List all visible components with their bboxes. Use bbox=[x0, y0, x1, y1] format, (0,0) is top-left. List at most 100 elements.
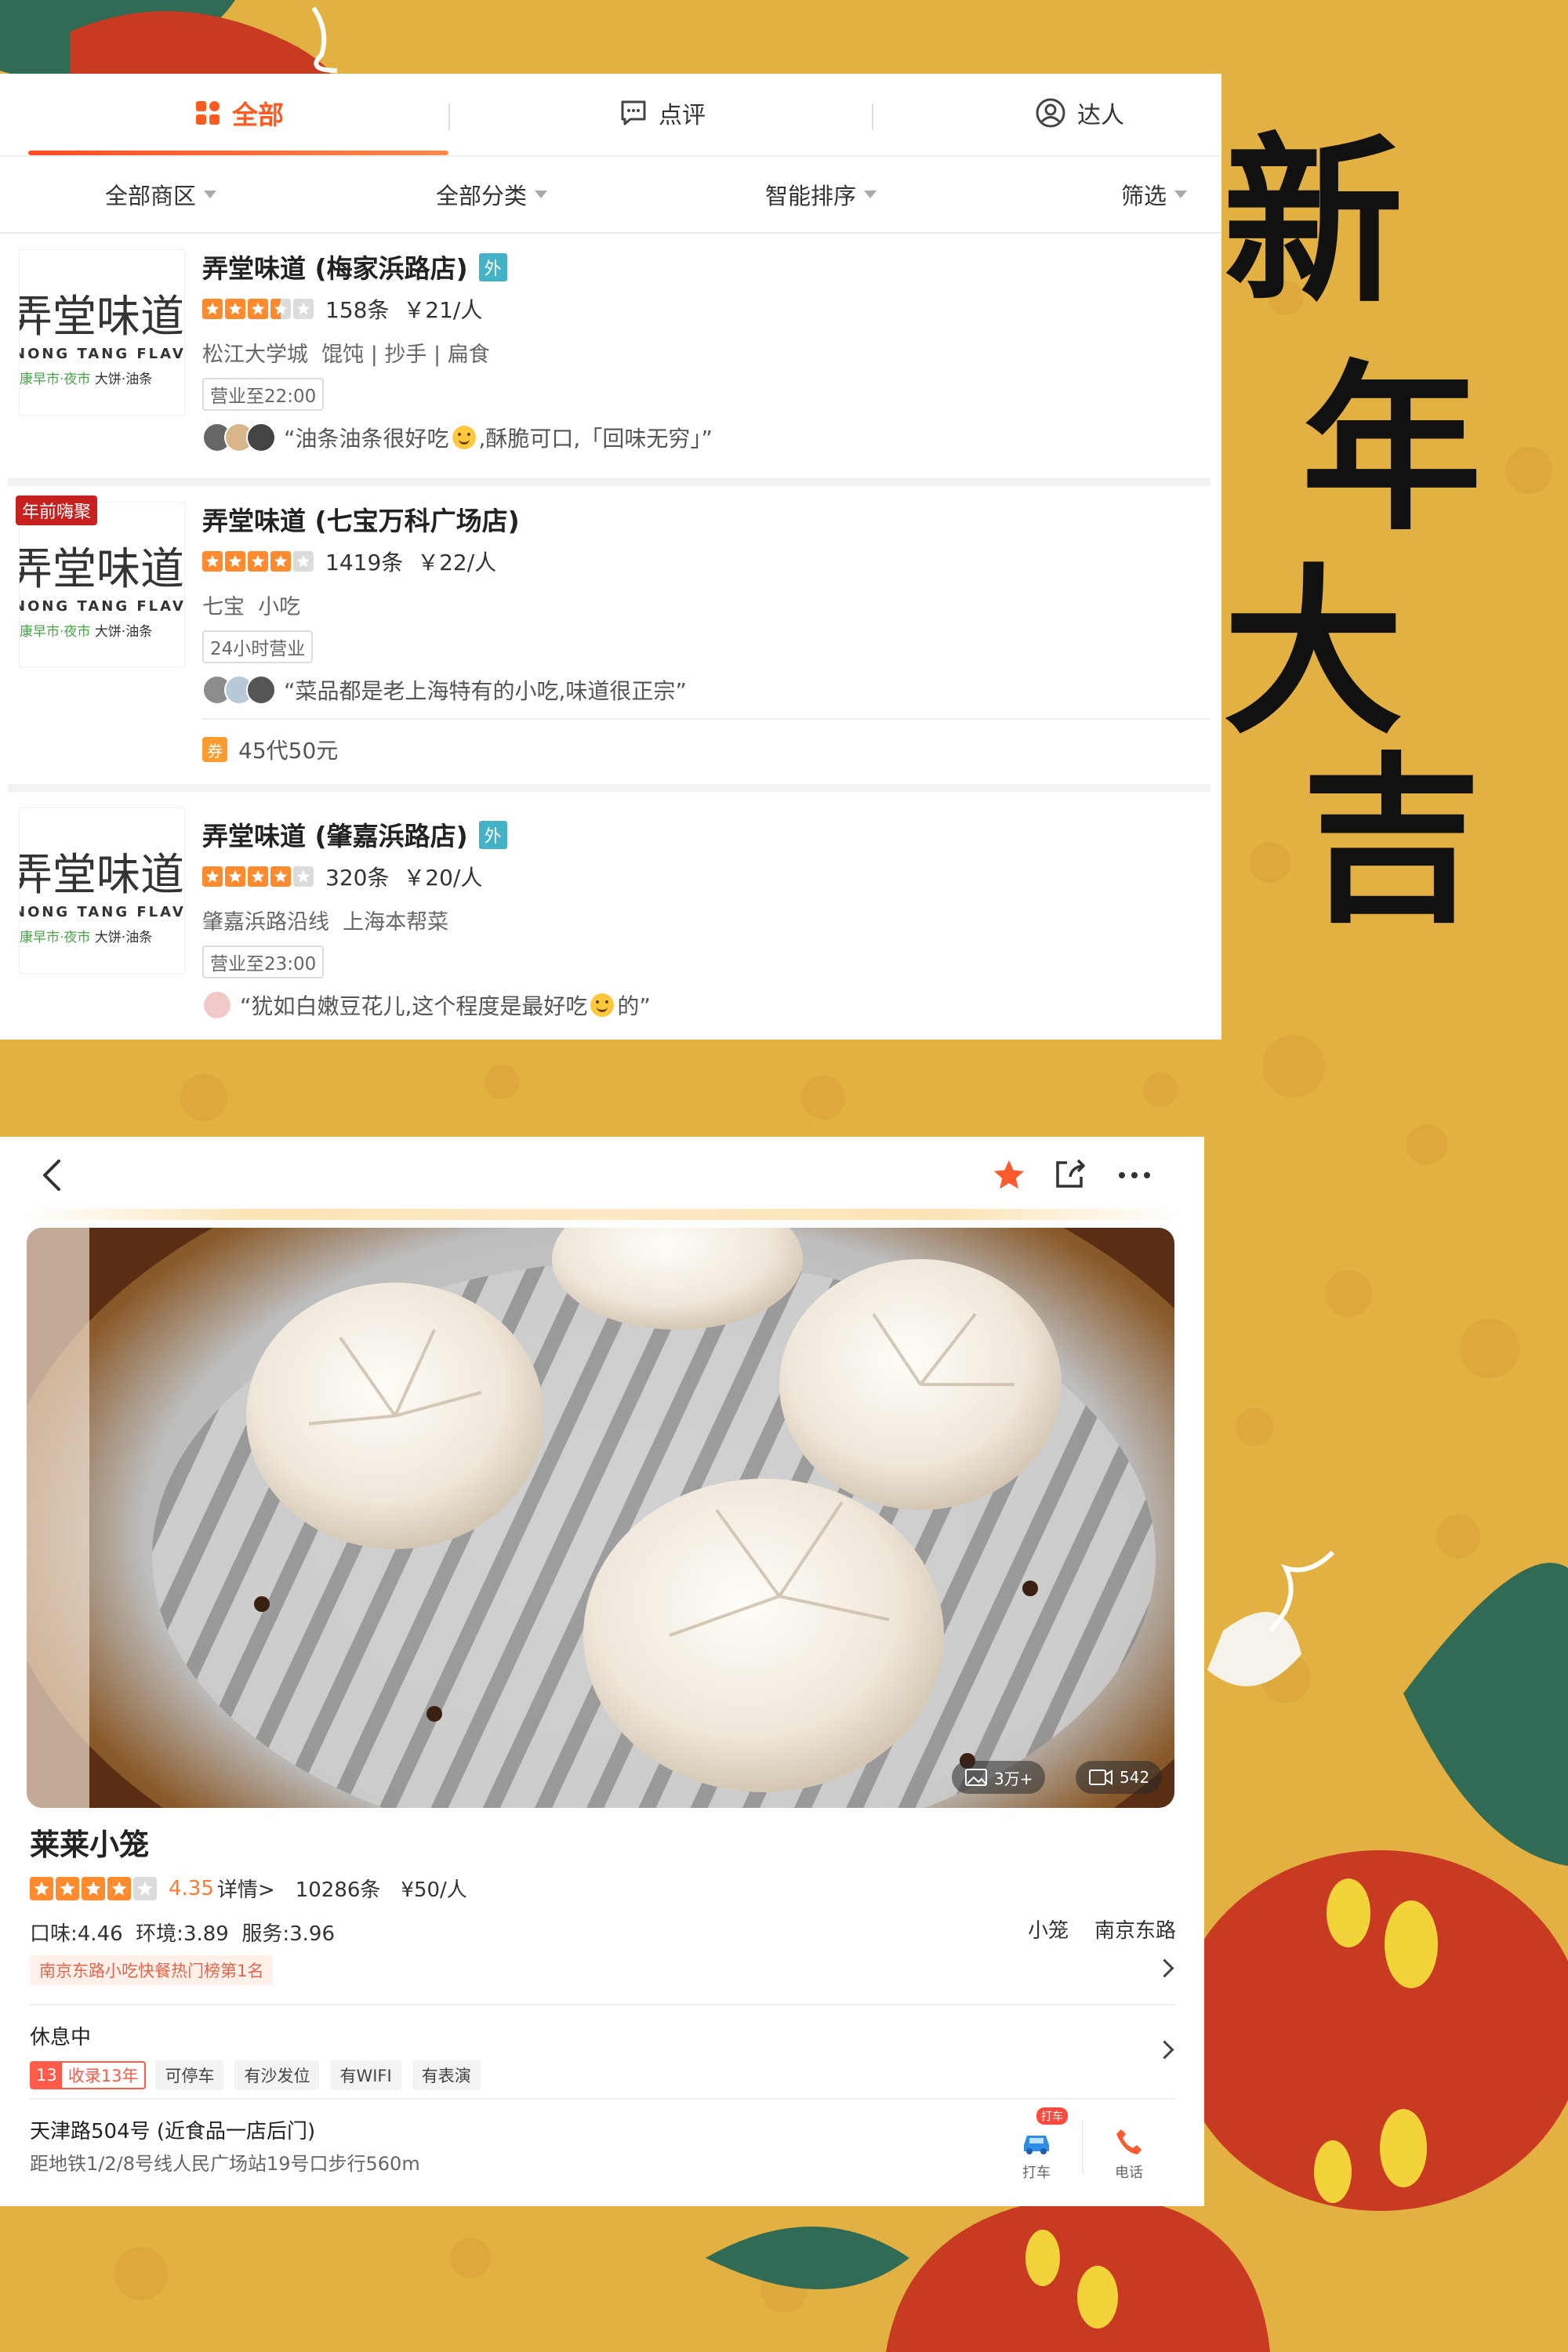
star-icon bbox=[56, 1876, 79, 1900]
caret-down-icon bbox=[864, 191, 877, 198]
video-icon bbox=[1089, 1769, 1112, 1785]
sub-scores: 口味:4.46 环境:3.89 服务:3.96 bbox=[30, 1922, 336, 1946]
years-number: 13 bbox=[31, 2063, 62, 2088]
reviewer-avatars bbox=[202, 675, 276, 705]
shop-list-item[interactable]: 弄堂味道 NONG TANG FLAVOR 康早市·夜市 大饼·油条 弄堂味道 … bbox=[8, 792, 1210, 1040]
festive-char: 吉 bbox=[1301, 738, 1483, 947]
more-dots-icon bbox=[1119, 1172, 1150, 1178]
filter-category[interactable]: 全部分类 bbox=[436, 157, 548, 232]
logo-subtitle: 康早市·夜市 大饼·油条 bbox=[20, 620, 152, 640]
logo-subtitle: 康早市·夜市 大饼·油条 bbox=[20, 368, 152, 387]
phone-button[interactable]: 电话 bbox=[1098, 2112, 1160, 2183]
tab-review[interactable]: 点评 bbox=[455, 74, 870, 152]
festive-char: 大 bbox=[1223, 550, 1404, 759]
tab-divider bbox=[872, 103, 873, 130]
promo-badge: 年前嗨聚 bbox=[16, 495, 98, 525]
photo-count-chip[interactable]: 3万+ bbox=[952, 1761, 1046, 1794]
avg-price: ￥22/人 bbox=[417, 550, 497, 575]
facility-tag: 有表演 bbox=[412, 2060, 481, 2090]
shop-address[interactable]: 天津路504号 (近食品一店后门) bbox=[30, 2115, 315, 2144]
star-empty-icon bbox=[293, 866, 314, 887]
review-count: 10286条 bbox=[295, 1878, 381, 1902]
logo-sub-green: 康早市·夜市 bbox=[20, 930, 91, 946]
shop-name[interactable]: 弄堂味道 (七宝万科广场店) bbox=[202, 500, 520, 538]
festive-char: 年 bbox=[1301, 346, 1483, 555]
shop-list-item[interactable]: 弄堂味道 NONG TANG FLAVOR 康早市·夜市 大饼·油条 年前嗨聚 … bbox=[8, 486, 1210, 784]
ranking-badge[interactable]: 南京东路小吃快餐热门榜第1名 bbox=[30, 1955, 274, 1985]
logo-english: NONG TANG FLAVOR bbox=[19, 904, 185, 920]
review-text: “犹如白嫩豆花儿,这个程度是最好吃 bbox=[240, 993, 588, 1019]
star-icon bbox=[270, 299, 291, 319]
featured-review: “菜品都是老上海特有的小吃,味道很正宗” bbox=[202, 674, 687, 706]
filter-area[interactable]: 全部商区 bbox=[105, 157, 217, 232]
star-icon bbox=[270, 866, 291, 887]
back-button[interactable] bbox=[31, 1156, 71, 1195]
shop-name[interactable]: 弄堂味道 (肇嘉浜路店) 外 bbox=[202, 815, 507, 853]
review-count: 320条 bbox=[325, 865, 390, 891]
share-button[interactable] bbox=[1051, 1154, 1090, 1193]
divider bbox=[8, 478, 1210, 486]
logo-english: NONG TANG FLAVOR bbox=[19, 346, 185, 362]
open-status: 休息中 bbox=[30, 2026, 92, 2049]
star-rating bbox=[202, 866, 316, 887]
rating-line: 1419条 ￥22/人 bbox=[202, 546, 496, 577]
years-text: 收录13年 bbox=[67, 2067, 139, 2085]
facility-tag: 有沙发位 bbox=[234, 2060, 320, 2090]
star-icon bbox=[225, 299, 245, 319]
comment-icon bbox=[619, 99, 648, 127]
grid-icon bbox=[194, 100, 221, 126]
rating-line: 4.35 详情> 10286条 ¥50/人 bbox=[30, 1874, 467, 1903]
featured-review: “油条油条很好吃 ,酥脆可口,「回味无穷」” bbox=[202, 422, 713, 453]
coupon-text: 45代50元 bbox=[238, 738, 339, 764]
tab-label: 全部 bbox=[232, 100, 284, 130]
logo-sub-dark: 大饼·油条 bbox=[94, 372, 153, 387]
filter-label: 筛选 bbox=[1121, 183, 1167, 209]
nav-shadow bbox=[24, 1209, 1181, 1220]
logo-sub-green: 康早市·夜市 bbox=[20, 372, 91, 387]
caret-down-icon bbox=[1174, 191, 1188, 198]
coupon-deal[interactable]: 券 45代50元 bbox=[202, 734, 338, 765]
filter-sort[interactable]: 智能排序 bbox=[765, 157, 877, 232]
featured-review: “犹如白嫩豆花儿,这个程度是最好吃 的” bbox=[202, 989, 651, 1021]
car-icon bbox=[1024, 2136, 1049, 2154]
filter-more[interactable]: 筛选 bbox=[1121, 157, 1188, 232]
avatar bbox=[246, 423, 276, 452]
shop-categories: 肇嘉浜路沿线 上海本帮菜 bbox=[202, 910, 449, 935]
logo-sub-dark: 大饼·油条 bbox=[94, 624, 153, 640]
reviewer-avatars bbox=[202, 423, 276, 452]
festive-char: 新 bbox=[1223, 118, 1404, 328]
star-icon bbox=[248, 551, 268, 572]
chevron-right-icon[interactable] bbox=[1155, 1958, 1174, 1978]
shop-tags[interactable]: 小笼 南京东路 bbox=[1028, 1915, 1176, 1944]
star-icon bbox=[270, 551, 291, 572]
filter-label: 全部分类 bbox=[436, 183, 528, 209]
shop-cover-photo[interactable]: 3万+ 542 bbox=[27, 1228, 1174, 1808]
facility-tags: 13 收录13年 可停车 有沙发位 有WIFI 有表演 bbox=[30, 2060, 492, 2090]
divider bbox=[8, 784, 1210, 792]
taxi-button[interactable]: 打车 打车 bbox=[1005, 2107, 1068, 2183]
tab-expert[interactable]: 达人 bbox=[878, 74, 1221, 152]
favorite-button[interactable] bbox=[989, 1156, 1029, 1195]
facility-tag: 可停车 bbox=[155, 2060, 224, 2090]
rating-details-link[interactable]: 详情> bbox=[217, 1874, 275, 1903]
star-empty-icon bbox=[133, 1876, 157, 1900]
logo-text: 弄堂味道 bbox=[19, 850, 184, 901]
shop-thumbnail: 弄堂味道 NONG TANG FLAVOR 康早市·夜市 大饼·油条 bbox=[19, 808, 185, 974]
star-icon bbox=[30, 1876, 53, 1900]
delivery-tag: 外 bbox=[478, 821, 507, 849]
tab-all[interactable]: 全部 bbox=[31, 74, 447, 152]
image-icon bbox=[965, 1769, 987, 1786]
more-button[interactable] bbox=[1113, 1156, 1156, 1195]
star-icon bbox=[202, 551, 223, 572]
star-icon bbox=[202, 299, 223, 319]
shop-name[interactable]: 弄堂味道 (梅家浜路店) 外 bbox=[202, 248, 507, 285]
phone-icon bbox=[1116, 2129, 1142, 2154]
filter-bar: 全部商区 全部分类 智能排序 筛选 bbox=[0, 157, 1221, 234]
star-empty-icon bbox=[293, 299, 314, 319]
video-count-chip[interactable]: 542 bbox=[1076, 1761, 1163, 1794]
divider bbox=[30, 2098, 1174, 2100]
chevron-right-icon[interactable] bbox=[1155, 2040, 1174, 2060]
shop-name-text: 弄堂味道 (七宝万科广场店) bbox=[202, 506, 520, 536]
star-icon bbox=[82, 1876, 105, 1900]
star-icon bbox=[225, 551, 245, 572]
